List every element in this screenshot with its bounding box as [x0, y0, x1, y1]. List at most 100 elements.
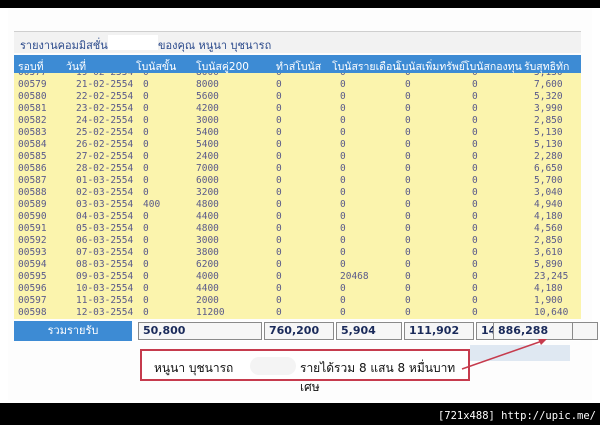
table-cell: 0: [472, 187, 478, 198]
table-cell: 0: [405, 175, 411, 186]
table-cell: 0: [276, 115, 282, 126]
table-cell: 2400: [196, 151, 219, 162]
total-bonus-commission: 5,904: [336, 322, 402, 340]
table-cell: 0: [340, 91, 346, 102]
annotation-member-name: หนูนา บุชนารถ: [154, 361, 234, 375]
report-header: รายงานคอมมิสชั่น ของคุณ หนูนา บุชนารถ: [14, 31, 581, 53]
table-cell: 0: [276, 211, 282, 222]
table-cell: 0: [276, 151, 282, 162]
table-cell: 0: [472, 271, 478, 282]
table-cell: 28-02-2554: [76, 163, 134, 174]
table-cell: 08-03-2554: [76, 259, 134, 270]
table-cell: 400: [143, 199, 161, 210]
table-cell: 8000: [196, 79, 219, 90]
table-cell: 0: [340, 175, 346, 186]
table-cell: 0: [143, 247, 149, 258]
table-cell: 0: [276, 79, 282, 90]
table-cell: 0: [472, 235, 478, 246]
table-cell: 00584: [18, 139, 47, 150]
table-row: 00585 27-02-2554 0 2400 0 0 0 0 2,280: [14, 151, 581, 163]
table-cell: 4400: [196, 283, 219, 294]
table-cell: 03-03-2554: [76, 199, 134, 210]
table-cell: 2000: [196, 295, 219, 306]
table-cell: 0: [472, 199, 478, 210]
table-cell: 0: [405, 163, 411, 174]
table-cell: 3,610: [534, 247, 563, 258]
table-cell: 0: [143, 115, 149, 126]
table-row: 00587 01-03-2554 0 6000 0 0 0 0 5,700: [14, 175, 581, 187]
table-cell: 0: [405, 199, 411, 210]
table-row: 00595 09-03-2554 0 4000 0 20468 0 0 23,245: [14, 271, 581, 283]
table-cell: 0: [340, 211, 346, 222]
faded-button[interactable]: [470, 345, 570, 361]
table-cell: 0: [472, 283, 478, 294]
table-cell: 00587: [18, 175, 47, 186]
table-cell: 00594: [18, 259, 47, 270]
table-cell: 21-02-2554: [76, 79, 134, 90]
table-cell: 00580: [18, 91, 47, 102]
table-cell: 0: [276, 295, 282, 306]
table-cell: 0: [143, 211, 149, 222]
table-cell: 00582: [18, 115, 47, 126]
table-cell: 4800: [196, 199, 219, 210]
table-cell: 0: [405, 283, 411, 294]
table-cell: 0: [405, 223, 411, 234]
table-row: 00590 04-03-2554 0 4400 0 0 0 0 4,180: [14, 211, 581, 223]
table-cell: 0: [143, 91, 149, 102]
table-cell: 0: [340, 247, 346, 258]
table-row: 00596 10-03-2554 0 4400 0 0 0 0 4,180: [14, 283, 581, 295]
highlight-annotation-box: หนูนา บุชนารถ รายได้รวม 8 แสน 8 หมื่นบาท…: [140, 349, 470, 394]
table-row: 00581 23-02-2554 0 4200 0 0 0 0 3,990: [14, 103, 581, 115]
table-cell: 22-02-2554: [76, 91, 134, 102]
table-cell: 0: [340, 151, 346, 162]
table-cell: 0: [340, 295, 346, 306]
table-cell: 0: [340, 199, 346, 210]
table-cell: 00585: [18, 151, 47, 162]
table-cell: 6200: [196, 259, 219, 270]
table-cell: 0: [405, 79, 411, 90]
table-cell: 26-02-2554: [76, 139, 134, 150]
table-cell: 09-03-2554: [76, 271, 134, 282]
table-cell: 00592: [18, 235, 47, 246]
table-cell: 06-03-2554: [76, 235, 134, 246]
table-cell: 0: [143, 271, 149, 282]
table-row: 00582 24-02-2554 0 3000 0 0 0 0 2,850: [14, 115, 581, 127]
table-cell: 0: [143, 151, 149, 162]
table-cell: 4,180: [534, 283, 563, 294]
image-host-credit: [721x488] http://upic.me/: [437, 410, 596, 422]
table-cell: 3000: [196, 115, 219, 126]
table-cell: 0: [340, 307, 346, 318]
table-cell: 2,280: [534, 151, 563, 162]
table-cell: 0: [276, 103, 282, 114]
table-cell: 10-03-2554: [76, 283, 134, 294]
table-cell: 0: [143, 103, 149, 114]
redaction-blur: [250, 357, 296, 375]
total-bonus-tier: 50,800: [138, 322, 262, 340]
table-cell: 00579: [18, 79, 47, 90]
table-cell: 5600: [196, 91, 219, 102]
table-cell: 4,940: [534, 199, 563, 210]
table-cell: 04-03-2554: [76, 211, 134, 222]
table-row: 00579 21-02-2554 0 8000 0 0 0 0 7,600: [14, 79, 581, 91]
table-cell: 5,700: [534, 175, 563, 186]
report-title-field: [108, 35, 158, 50]
table-cell: 0: [340, 163, 346, 174]
table-cell: 00593: [18, 247, 47, 258]
table-cell: 05-03-2554: [76, 223, 134, 234]
table-cell: 0: [276, 199, 282, 210]
table-cell: 0: [276, 223, 282, 234]
table-cell: 0: [340, 259, 346, 270]
table-cell: 0: [405, 259, 411, 270]
table-cell: 0: [143, 139, 149, 150]
table-cell: 27-02-2554: [76, 151, 134, 162]
table-cell: 00583: [18, 127, 47, 138]
table-cell: 0: [472, 115, 478, 126]
table-cell: 0: [340, 187, 346, 198]
table-cell: 0: [405, 247, 411, 258]
table-cell: 20468: [340, 271, 369, 282]
table-cell: 3,990: [534, 103, 563, 114]
table-cell: 0: [276, 283, 282, 294]
table-cell: 00586: [18, 163, 47, 174]
table-cell: 00591: [18, 223, 47, 234]
table-cell: 0: [405, 187, 411, 198]
